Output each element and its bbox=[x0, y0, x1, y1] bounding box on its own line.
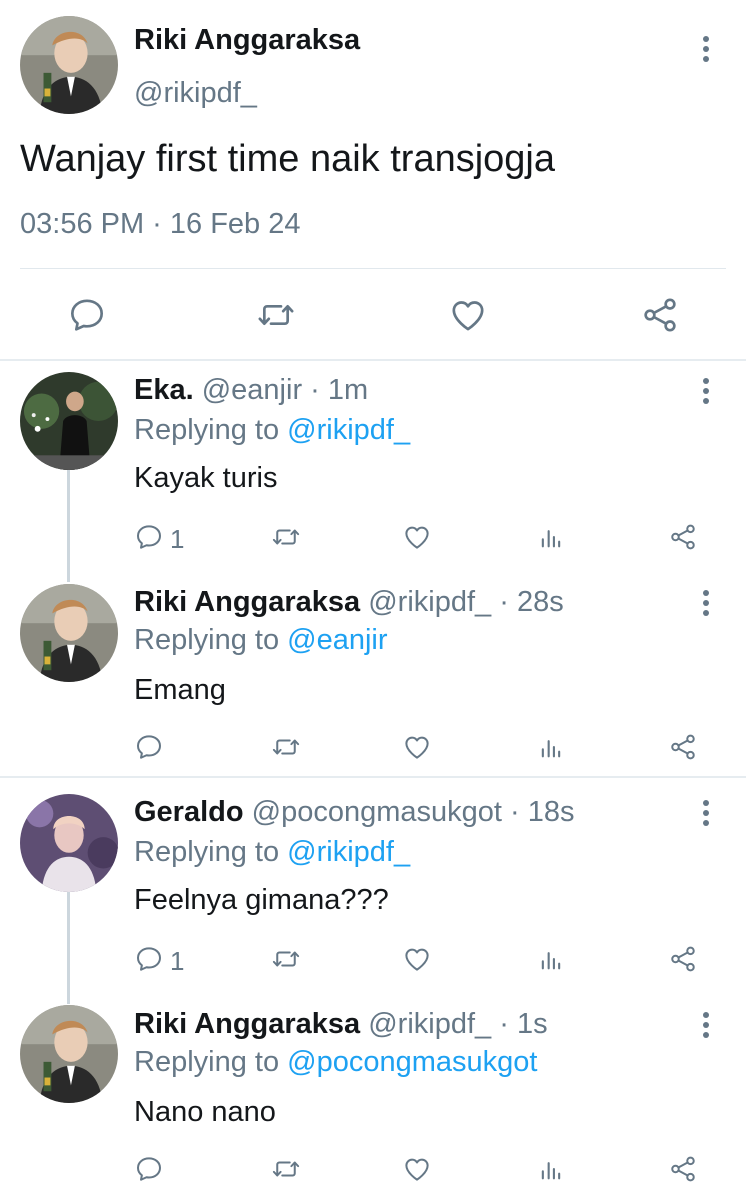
reply-icon[interactable] bbox=[134, 944, 164, 974]
share-icon[interactable] bbox=[668, 522, 698, 552]
mention-link[interactable]: @rikipdf_ bbox=[287, 836, 410, 868]
like-icon[interactable] bbox=[402, 732, 432, 762]
reply-icon[interactable] bbox=[67, 295, 107, 335]
reply-icon[interactable] bbox=[134, 1154, 164, 1184]
like-icon[interactable] bbox=[402, 1154, 432, 1184]
divider bbox=[0, 359, 746, 361]
analytics-icon[interactable] bbox=[537, 522, 565, 552]
replying-to: Replying to @pocongmasukgot bbox=[134, 1046, 538, 1078]
more-options-icon[interactable] bbox=[701, 36, 711, 66]
retweet-icon[interactable] bbox=[271, 944, 301, 974]
reply-count: 1 bbox=[170, 524, 185, 554]
reply-header: Riki Anggaraksa @rikipdf_ · 1s bbox=[134, 1008, 548, 1041]
avatar[interactable] bbox=[20, 372, 118, 470]
author-name[interactable]: Riki Anggaraksa bbox=[134, 24, 360, 57]
retweet-icon[interactable] bbox=[271, 1154, 301, 1184]
analytics-icon[interactable] bbox=[537, 944, 565, 974]
share-icon[interactable] bbox=[668, 1154, 698, 1184]
reply-text: Kayak turis bbox=[134, 462, 278, 494]
more-options-icon[interactable] bbox=[701, 378, 711, 408]
author-meta: @rikipdf_ · 1s bbox=[360, 1008, 548, 1040]
mention-link[interactable]: @pocongmasukgot bbox=[287, 1046, 537, 1078]
replying-to: Replying to @rikipdf_ bbox=[134, 414, 411, 446]
mention-link[interactable]: @rikipdf_ bbox=[287, 414, 410, 446]
author-name[interactable]: Eka. bbox=[134, 374, 194, 406]
reply-header: Geraldo @pocongmasukgot · 18s bbox=[134, 796, 575, 829]
author-meta: @pocongmasukgot · 18s bbox=[243, 796, 575, 828]
author-handle[interactable]: @rikipdf_ bbox=[134, 77, 257, 110]
like-icon[interactable] bbox=[402, 944, 432, 974]
reply-count: 1 bbox=[170, 946, 185, 976]
avatar[interactable] bbox=[20, 794, 118, 892]
share-icon[interactable] bbox=[668, 944, 698, 974]
tweet-timestamp: 03:56 PM · 16 Feb 24 bbox=[20, 208, 301, 240]
reply-icon[interactable] bbox=[134, 522, 164, 552]
share-icon[interactable] bbox=[668, 732, 698, 762]
tweet-text: Wanjay first time naik transjogja bbox=[20, 138, 556, 180]
divider bbox=[20, 268, 726, 269]
reply-header: Riki Anggaraksa @rikipdf_ · 28s bbox=[134, 586, 564, 619]
avatar[interactable] bbox=[20, 16, 118, 114]
like-icon[interactable] bbox=[402, 522, 432, 552]
more-options-icon[interactable] bbox=[701, 800, 711, 830]
retweet-icon[interactable] bbox=[271, 522, 301, 552]
author-name[interactable]: Geraldo bbox=[134, 796, 244, 828]
retweet-icon[interactable] bbox=[256, 295, 296, 335]
more-options-icon[interactable] bbox=[701, 1012, 711, 1042]
like-icon[interactable] bbox=[447, 295, 489, 335]
replying-to: Replying to @rikipdf_ bbox=[134, 836, 411, 868]
reply-text: Nano nano bbox=[134, 1096, 276, 1128]
author-meta: @rikipdf_ · 28s bbox=[360, 586, 564, 618]
avatar[interactable] bbox=[20, 1005, 118, 1103]
author-name[interactable]: Riki Anggaraksa bbox=[134, 586, 360, 618]
thread-line bbox=[67, 470, 70, 582]
divider bbox=[0, 776, 746, 778]
more-options-icon[interactable] bbox=[701, 590, 711, 620]
author-name[interactable]: Riki Anggaraksa bbox=[134, 1008, 360, 1040]
mention-link[interactable]: @eanjir bbox=[287, 624, 387, 656]
avatar[interactable] bbox=[20, 584, 118, 682]
retweet-icon[interactable] bbox=[271, 732, 301, 762]
reply-icon[interactable] bbox=[134, 732, 164, 762]
replying-to: Replying to @eanjir bbox=[134, 624, 388, 656]
author-meta: @eanjir · 1m bbox=[193, 374, 369, 406]
thread-line bbox=[67, 892, 70, 1004]
reply-text: Feelnya gimana??? bbox=[134, 884, 389, 916]
analytics-icon[interactable] bbox=[537, 732, 565, 762]
reply-header: Eka. @eanjir · 1m bbox=[134, 374, 368, 407]
analytics-icon[interactable] bbox=[537, 1154, 565, 1184]
main-tweet: Riki Anggaraksa @rikipdf_ Wanjay first t… bbox=[0, 0, 746, 360]
reply-text: Emang bbox=[134, 674, 226, 706]
share-icon[interactable] bbox=[640, 295, 680, 335]
